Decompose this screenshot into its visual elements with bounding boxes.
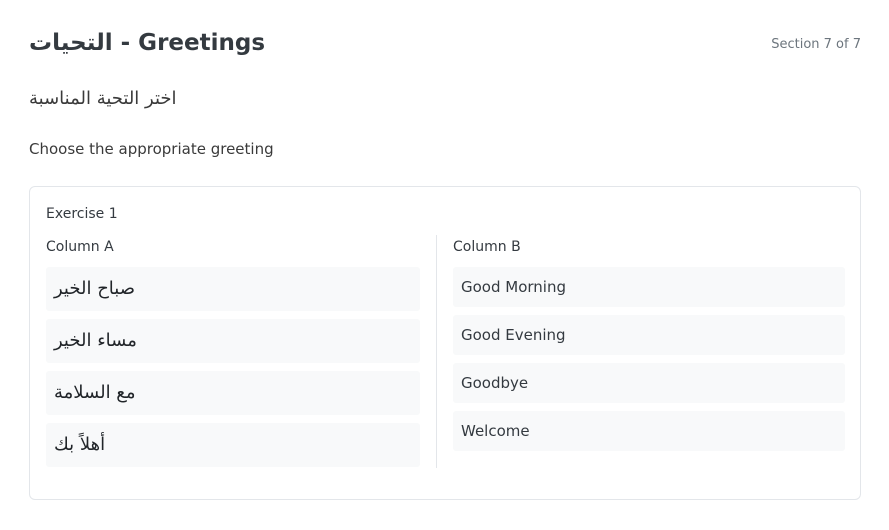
instruction-arabic: اختر التحية المناسبة	[29, 88, 177, 109]
column-b-item[interactable]: Good Evening	[453, 315, 845, 355]
instruction-english: Choose the appropriate greeting	[29, 140, 274, 158]
column-b-item[interactable]: Good Morning	[453, 267, 845, 307]
column-b-item[interactable]: Goodbye	[453, 363, 845, 403]
column-a-item[interactable]: أهلاً بك	[46, 423, 420, 467]
column-b-header: Column B	[453, 239, 521, 255]
column-b: Column B Good Morning Good Evening Goodb…	[453, 237, 845, 451]
column-a-item[interactable]: مساء الخير	[46, 319, 420, 363]
page-title: التحيات - Greetings	[29, 30, 266, 56]
column-b-item[interactable]: Welcome	[453, 411, 845, 451]
section-indicator: Section 7 of 7	[771, 37, 861, 52]
column-a-item[interactable]: صباح الخير	[46, 267, 420, 311]
page-header: التحيات - Greetings Section 7 of 7	[29, 28, 861, 64]
exercise-title: Exercise 1	[46, 206, 118, 222]
column-a-header: Column A	[46, 239, 114, 255]
column-a-item[interactable]: مع السلامة	[46, 371, 420, 415]
exercise-card: Exercise 1 Column A صباح الخير مساء الخي…	[29, 186, 861, 500]
column-b-list: Good Morning Good Evening Goodbye Welcom…	[453, 267, 845, 459]
column-a: Column A صباح الخير مساء الخير مع السلام…	[46, 237, 420, 467]
column-divider	[436, 235, 437, 468]
column-a-list: صباح الخير مساء الخير مع السلامة أهلاً ب…	[46, 267, 420, 475]
